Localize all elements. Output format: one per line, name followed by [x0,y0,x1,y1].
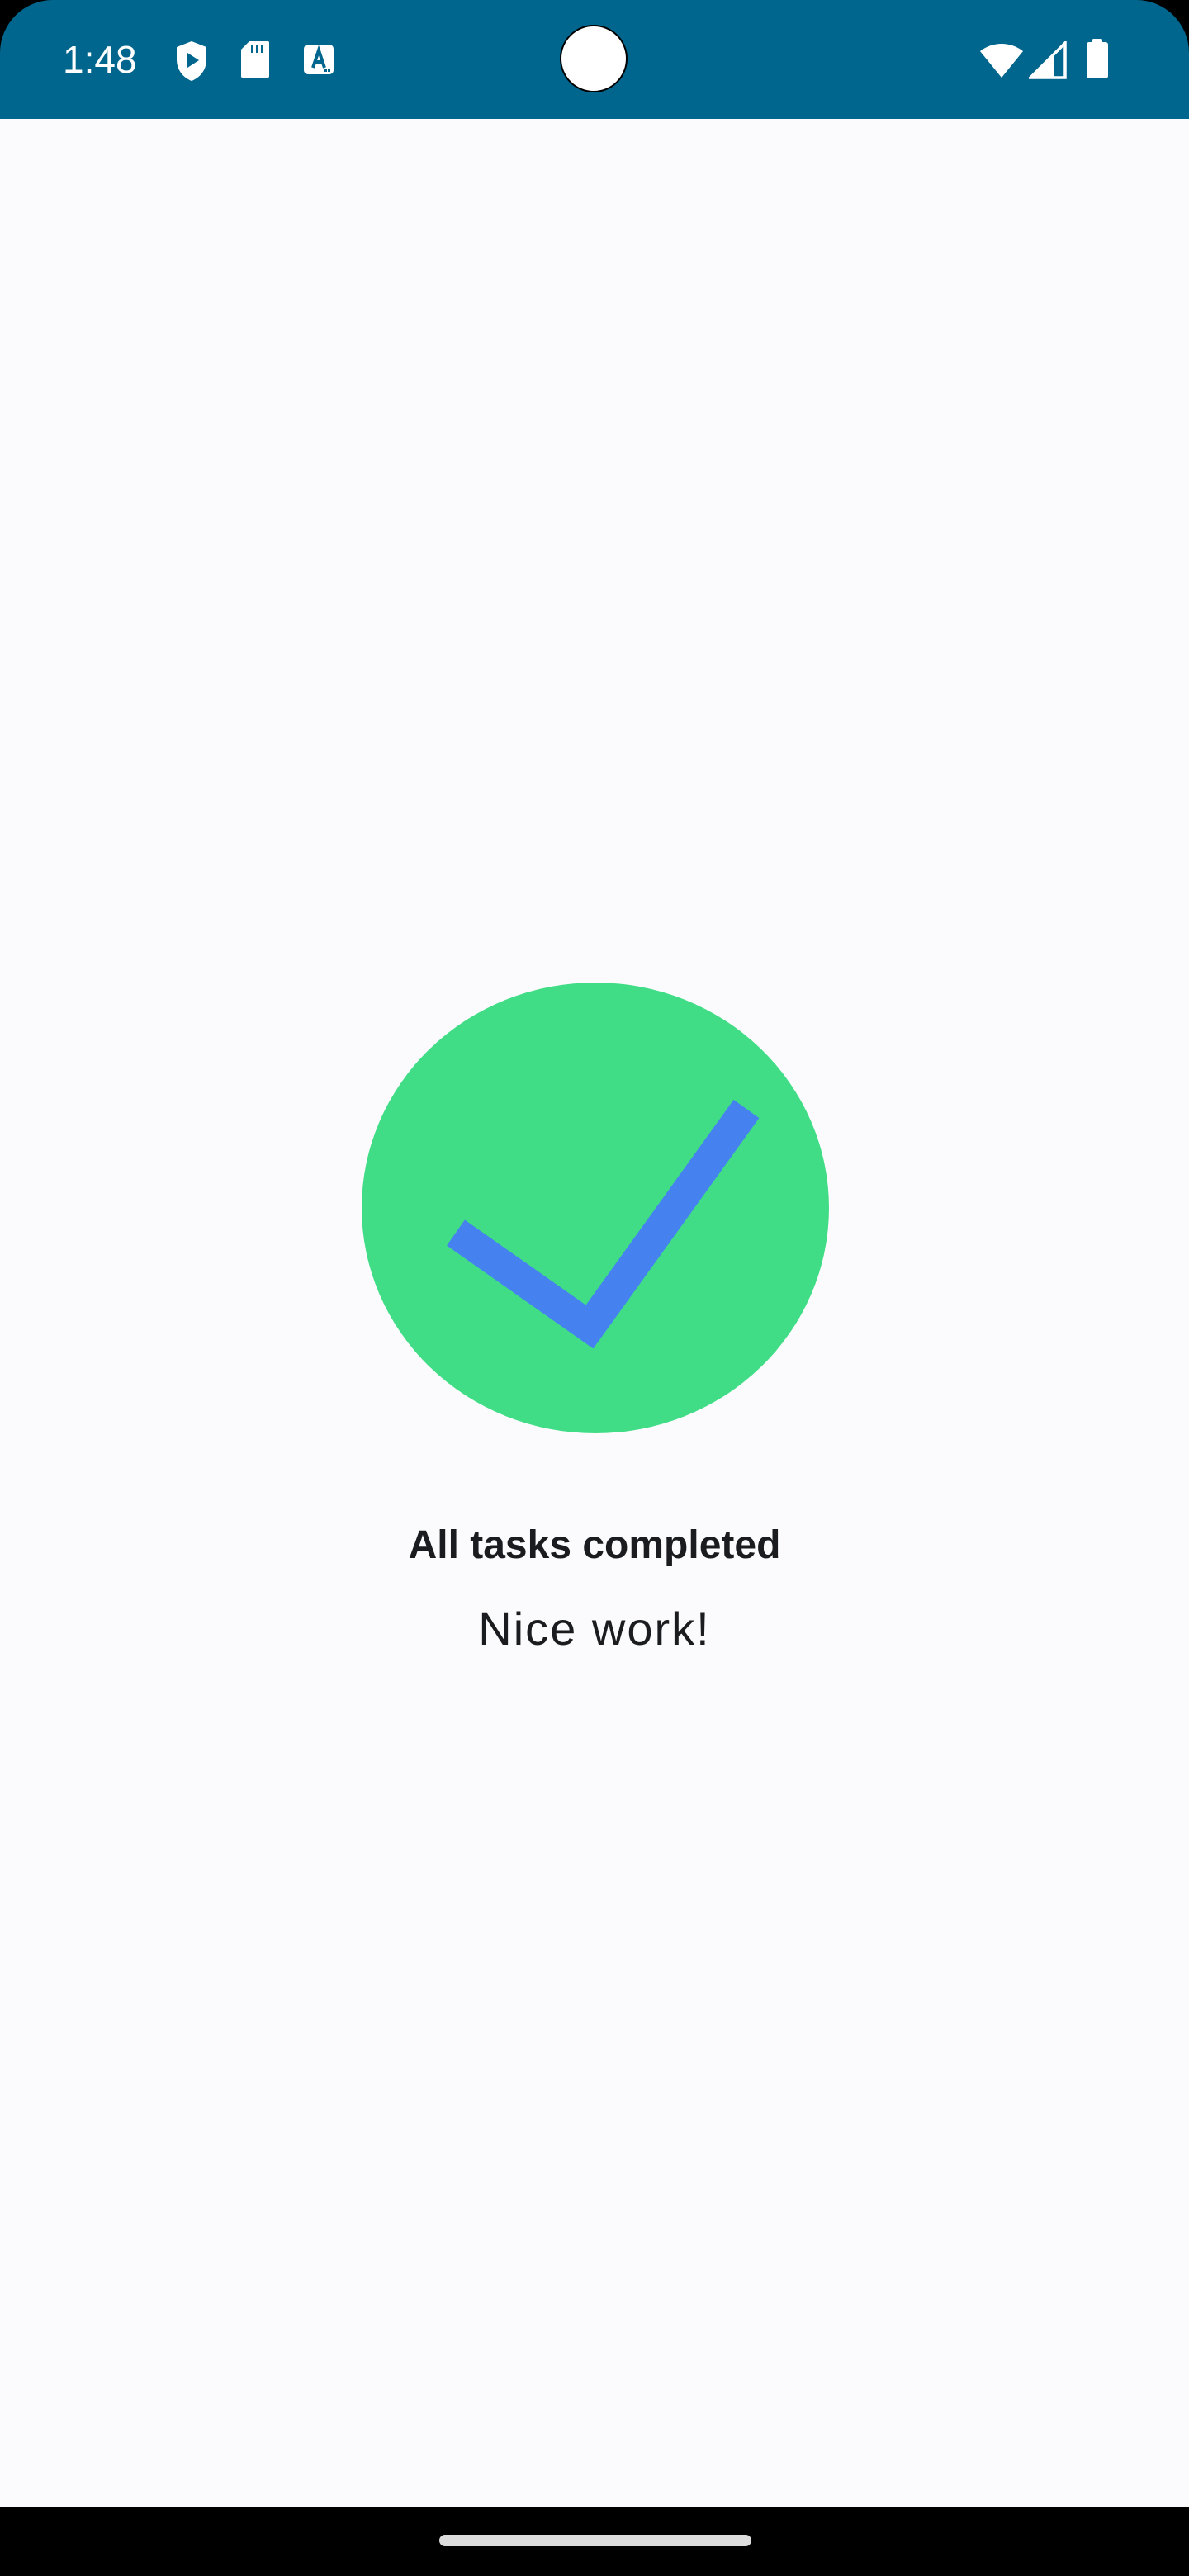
battery-icon [1087,39,1108,78]
checkmark-circle-icon [362,983,829,1433]
wifi-icon [980,44,1023,78]
completion-subtitle: Nice work! [478,1603,711,1655]
home-gesture-handle[interactable] [439,2535,751,2546]
sd-card-icon [241,41,269,78]
text-a-icon [304,45,334,74]
success-circle [362,983,829,1433]
status-time: 1:48 [63,38,137,81]
device-frame: 1:48 All tasks completed Nice work! [0,0,1189,2576]
front-camera [560,25,628,92]
cellular-signal-icon [1029,41,1067,79]
completion-title: All tasks completed [408,1523,781,1567]
play-protect-icon [177,41,206,81]
status-bar: 1:48 [0,0,1189,119]
